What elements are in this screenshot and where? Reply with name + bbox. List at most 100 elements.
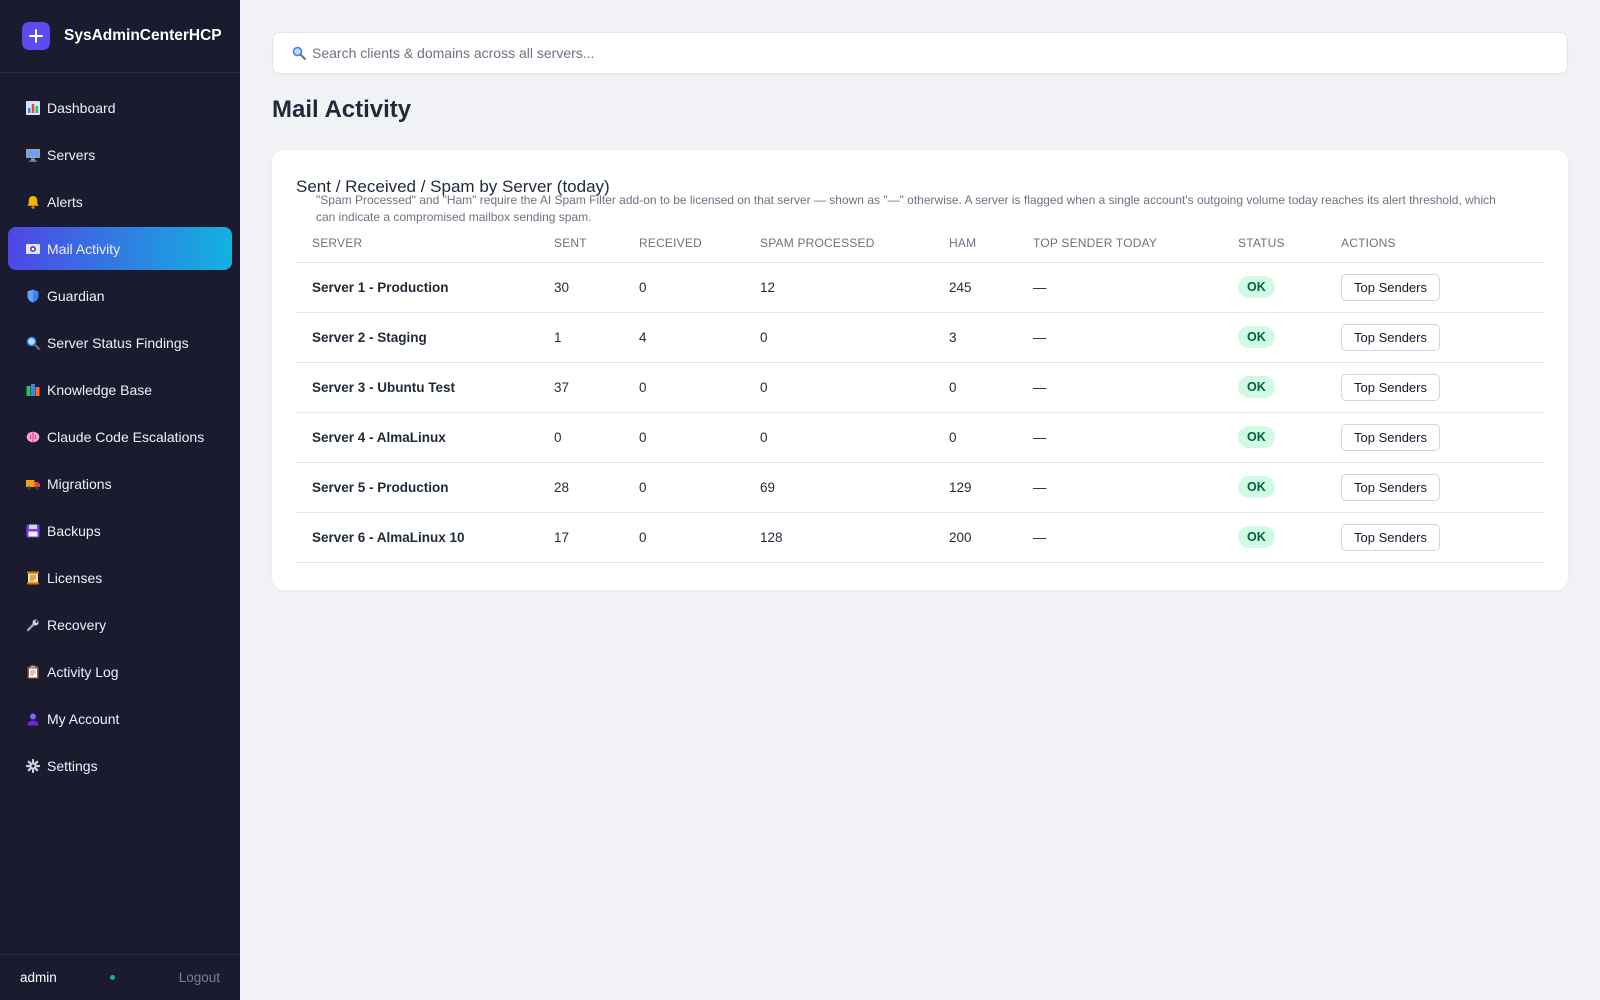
- sent-cell: 17: [554, 512, 639, 563]
- top-sender-cell: —: [1033, 362, 1238, 413]
- sidebar-item-label: Claude Code Escalations: [47, 428, 205, 445]
- search-bar[interactable]: [272, 32, 1568, 74]
- shield-icon: [26, 289, 40, 303]
- sidebar-item-label: Guardian: [47, 287, 105, 304]
- sidebar-item-servers[interactable]: Servers: [8, 133, 232, 176]
- received-cell: 4: [639, 312, 760, 363]
- status-badge: OK: [1238, 476, 1275, 498]
- received-cell: 0: [639, 512, 760, 563]
- ham-cell: 245: [949, 262, 1033, 313]
- sidebar-item-my-account[interactable]: My Account: [8, 697, 232, 740]
- status-cell: OK: [1238, 412, 1341, 463]
- sidebar-item-guardian[interactable]: Guardian: [8, 274, 232, 317]
- sent-cell: 0: [554, 412, 639, 463]
- status-badge: OK: [1238, 376, 1275, 398]
- server-name-cell: Server 4 - AlmaLinux: [296, 412, 554, 463]
- top-senders-button[interactable]: Top Senders: [1341, 523, 1440, 551]
- column-header-spam-processed[interactable]: Spam Processed: [760, 224, 949, 263]
- ham-cell: 0: [949, 412, 1033, 463]
- bar-chart-icon: [26, 100, 40, 115]
- gear-icon: [26, 758, 40, 773]
- sidebar-item-mail-activity[interactable]: Mail Activity: [8, 227, 232, 270]
- actions-cell: Top Senders: [1341, 312, 1545, 363]
- column-header-ham[interactable]: Ham: [949, 224, 1033, 263]
- ham-cell: 0: [949, 362, 1033, 413]
- sidebar-item-label: Servers: [47, 146, 96, 163]
- top-senders-button[interactable]: Top Senders: [1341, 423, 1440, 451]
- received-cell: 0: [639, 262, 760, 313]
- status-cell: OK: [1238, 512, 1341, 563]
- search-icon: [292, 46, 306, 60]
- column-header-actions: Actions: [1341, 224, 1545, 263]
- sidebar-item-dashboard[interactable]: Dashboard: [8, 86, 232, 129]
- column-header-sent[interactable]: Sent: [554, 224, 639, 263]
- status-cell: OK: [1238, 312, 1341, 363]
- page-title: Mail Activity: [272, 96, 412, 123]
- sidebar-item-settings[interactable]: Settings: [8, 744, 232, 787]
- status-cell: OK: [1238, 462, 1341, 513]
- sidebar-item-label: Migrations: [47, 475, 112, 492]
- sidebar-item-licenses[interactable]: Licenses: [8, 556, 232, 599]
- sidebar-item-label: My Account: [47, 710, 120, 727]
- column-header-top-sender[interactable]: Top Sender Today: [1033, 224, 1238, 263]
- top-sender-cell: —: [1033, 512, 1238, 563]
- floppy-disk-icon: [26, 524, 40, 538]
- app-name: SysAdminCenterHCP: [64, 27, 222, 44]
- sent-cell: 28: [554, 462, 639, 513]
- top-sender-cell: —: [1033, 262, 1238, 313]
- actions-cell: Top Senders: [1341, 462, 1545, 513]
- server-name-cell: Server 1 - Production: [296, 262, 554, 313]
- sidebar-item-label: Backups: [47, 522, 101, 539]
- table-row: Server 5 - Production 28 0 69 129 — OK T…: [296, 462, 1545, 513]
- received-cell: 0: [639, 412, 760, 463]
- top-sender-cell: —: [1033, 412, 1238, 463]
- status-cell: OK: [1238, 362, 1341, 413]
- actions-cell: Top Senders: [1341, 362, 1545, 413]
- server-name-cell: Server 6 - AlmaLinux 10: [296, 512, 554, 563]
- logout-link[interactable]: Logout: [179, 970, 220, 985]
- sidebar-nav: Dashboard Servers Alerts Mail Activity G…: [0, 73, 240, 787]
- clipboard-icon: [26, 665, 40, 679]
- sidebar-item-label: Server Status Findings: [47, 334, 189, 351]
- sidebar-item-alerts[interactable]: Alerts: [8, 180, 232, 223]
- online-status-dot: [109, 975, 115, 980]
- top-senders-button[interactable]: Top Senders: [1341, 323, 1440, 351]
- actions-cell: Top Senders: [1341, 512, 1545, 563]
- server-name-cell: Server 2 - Staging: [296, 312, 554, 363]
- brand[interactable]: SysAdminCenterHCP: [0, 0, 240, 73]
- wrench-icon: [26, 618, 40, 632]
- sidebar-item-label: Alerts: [47, 193, 83, 210]
- sidebar-item-migrations[interactable]: Migrations: [8, 462, 232, 505]
- server-name-cell: Server 5 - Production: [296, 462, 554, 513]
- column-header-server[interactable]: Server: [296, 224, 554, 263]
- sidebar-item-label: Knowledge Base: [47, 381, 153, 398]
- top-senders-button[interactable]: Top Senders: [1341, 473, 1440, 501]
- mail-activity-card: Sent / Received / Spam by Server (today)…: [272, 150, 1568, 590]
- actions-cell: Top Senders: [1341, 412, 1545, 463]
- received-cell: 0: [639, 462, 760, 513]
- top-sender-cell: —: [1033, 462, 1238, 513]
- main-content: Mail Activity Sent / Received / Spam by …: [240, 0, 1600, 1000]
- server-name-cell: Server 3 - Ubuntu Test: [296, 362, 554, 413]
- scroll-icon: [26, 571, 40, 585]
- status-badge: OK: [1238, 526, 1275, 548]
- sidebar-item-server-status-findings[interactable]: Server Status Findings: [8, 321, 232, 364]
- search-input[interactable]: [312, 45, 1512, 61]
- ham-cell: 200: [949, 512, 1033, 563]
- column-header-status[interactable]: Status: [1238, 224, 1341, 263]
- spam-processed-cell: 128: [760, 512, 949, 563]
- table-row: Server 1 - Production 30 0 12 245 — OK T…: [296, 262, 1545, 313]
- sidebar-item-recovery[interactable]: Recovery: [8, 603, 232, 646]
- sidebar-item-activity-log[interactable]: Activity Log: [8, 650, 232, 693]
- sidebar-item-label: Dashboard: [47, 99, 116, 116]
- sidebar-item-claude-code-escalations[interactable]: Claude Code Escalations: [8, 415, 232, 458]
- top-senders-button[interactable]: Top Senders: [1341, 273, 1440, 301]
- spam-processed-cell: 69: [760, 462, 949, 513]
- brain-icon: [26, 430, 40, 444]
- mail-icon: [26, 242, 40, 256]
- top-senders-button[interactable]: Top Senders: [1341, 373, 1440, 401]
- sidebar-item-knowledge-base[interactable]: Knowledge Base: [8, 368, 232, 411]
- column-header-received[interactable]: Received: [639, 224, 760, 263]
- status-badge: OK: [1238, 276, 1275, 298]
- sidebar-item-backups[interactable]: Backups: [8, 509, 232, 552]
